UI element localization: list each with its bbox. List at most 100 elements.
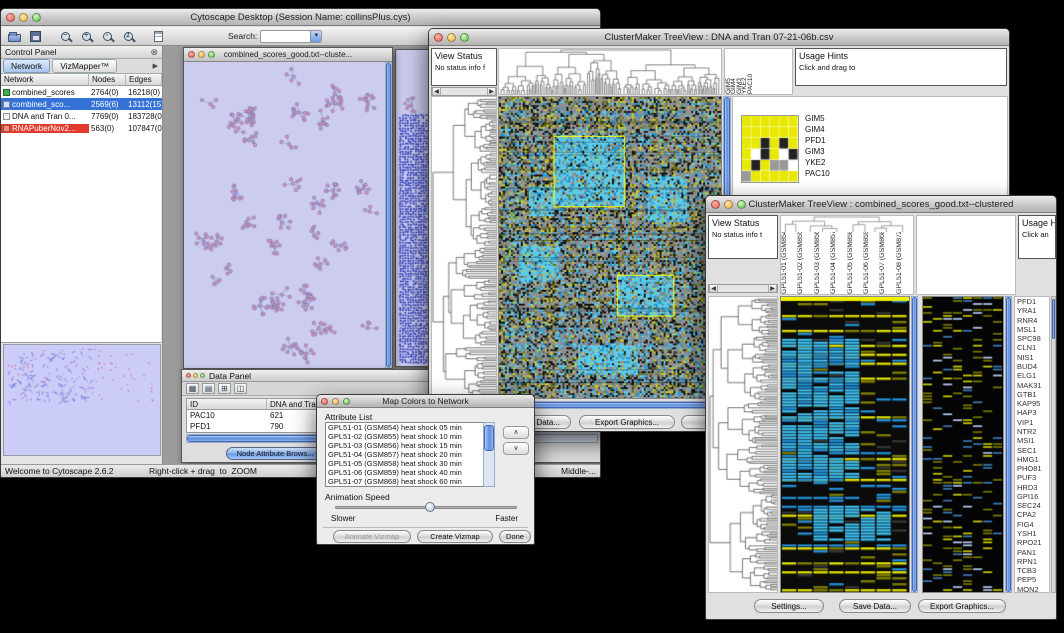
column-dendrogram[interactable]	[498, 48, 722, 95]
column-header-edges[interactable]: Edges	[126, 74, 162, 86]
attribute-item[interactable]: GPL51-05 (GSM858) heat shock 30 min	[328, 459, 494, 468]
maximize-icon[interactable]	[208, 51, 215, 58]
matrix-gene-label[interactable]: PAC10	[805, 168, 830, 179]
dendrogram-horizontal-scrollbar[interactable]: ◀ ▶	[708, 284, 778, 293]
network-row-selected[interactable]: combined_sco... 2569(6) 13112(15)	[1, 98, 162, 110]
column-label[interactable]: GPL51-05 (GSM858...	[847, 232, 863, 294]
tab-vizmapper[interactable]: VizMapper™	[52, 59, 117, 73]
export-graphics-button[interactable]: Export Graphics...	[918, 599, 1006, 613]
secondary-heatmap[interactable]	[922, 296, 1004, 593]
birdseye-view[interactable]	[3, 344, 161, 456]
scroll-left-icon[interactable]: ◀	[432, 88, 441, 95]
gene-label[interactable]: MAK31	[1017, 381, 1049, 390]
done-button[interactable]: Done	[499, 530, 531, 543]
matrix-gene-label[interactable]: YKE2	[805, 157, 830, 168]
gene-label[interactable]: MSL1	[1017, 325, 1049, 334]
zoom-selected-icon[interactable]: ▫	[98, 28, 116, 44]
close-icon[interactable]	[434, 33, 443, 42]
maximize-icon[interactable]	[32, 13, 41, 22]
attribute-list-scrollbar[interactable]	[483, 422, 495, 487]
expression-heatmap[interactable]	[780, 296, 910, 593]
move-up-button[interactable]: ∧	[503, 426, 529, 439]
network-canvas[interactable]	[184, 62, 385, 368]
select-attributes-icon[interactable]: ▦	[186, 383, 199, 394]
column-label[interactable]: GPL51-04 (GSM857...	[830, 232, 846, 294]
close-icon[interactable]	[188, 51, 195, 58]
column-label[interactable]: GPL51-03 (GSM856...	[814, 232, 830, 294]
zoom-out-icon[interactable]: −	[56, 28, 74, 44]
gene-label[interactable]: ELG1	[1017, 371, 1049, 380]
open-folder-icon[interactable]	[5, 28, 23, 44]
gene-label[interactable]: PEP5	[1017, 575, 1049, 584]
tab-overflow-icon[interactable]: ▶	[153, 62, 160, 70]
scrollbar-track[interactable]	[441, 88, 487, 95]
gene-label[interactable]: MSI1	[1017, 436, 1049, 445]
gene-label[interactable]: HRD3	[1017, 483, 1049, 492]
matrix-gene-label[interactable]: GIM4	[805, 124, 830, 135]
maximize-icon[interactable]	[460, 33, 469, 42]
column-header-network[interactable]: Network	[1, 74, 89, 86]
scroll-left-icon[interactable]: ◀	[709, 285, 718, 292]
main-window-titlebar[interactable]: Cytoscape Desktop (Session Name: collins…	[1, 9, 600, 26]
gene-label[interactable]: RPO21	[1017, 538, 1049, 547]
minimize-icon[interactable]	[198, 51, 205, 58]
network-vertical-scrollbar[interactable]	[385, 62, 392, 368]
minimize-icon[interactable]	[332, 398, 339, 405]
scroll-right-icon[interactable]: ▶	[768, 285, 777, 292]
gene-label[interactable]: GTB1	[1017, 390, 1049, 399]
maximize-icon[interactable]	[343, 398, 350, 405]
attribute-item[interactable]: GPL51-02 (GSM855) heat shock 10 min	[328, 432, 494, 441]
column-label[interactable]: GPL51-06 (GSM859...	[863, 232, 879, 294]
gene-label[interactable]: CLN1	[1017, 343, 1049, 352]
minimize-icon[interactable]	[193, 373, 198, 378]
tab-network[interactable]: Network	[3, 59, 50, 73]
close-icon[interactable]	[6, 13, 15, 22]
attribute-table-icon[interactable]: ▤	[202, 383, 215, 394]
column-header-id[interactable]: ID	[187, 399, 267, 410]
export-graphics-button[interactable]: Export Graphics...	[579, 415, 675, 429]
gene-label[interactable]: PAN1	[1017, 548, 1049, 557]
gene-label[interactable]: SEC24	[1017, 501, 1049, 510]
treeview-dna-titlebar[interactable]: ClusterMaker TreeView : DNA and Tran 07-…	[429, 29, 1009, 46]
move-down-button[interactable]: ∨	[503, 442, 529, 455]
node-attribute-browser-tab[interactable]: Node Attribute Brows...	[226, 447, 324, 460]
network-row[interactable]: DNA and Tran 0... 7769(0) 183728(0)	[1, 110, 162, 122]
gene-label[interactable]: TCB3	[1017, 566, 1049, 575]
scroll-right-icon[interactable]: ▶	[487, 88, 496, 95]
row-dendrogram[interactable]	[708, 296, 778, 593]
gene-label[interactable]: RPN1	[1017, 557, 1049, 566]
attribute-list[interactable]: GPL51-01 (GSM854) heat shock 05 minGPL51…	[325, 422, 495, 487]
new-attribute-icon[interactable]: ⊞	[218, 383, 231, 394]
attribute-item[interactable]: GPL51-04 (GSM857) heat shock 20 min	[328, 450, 494, 459]
zoom-fit-icon[interactable]: 1	[119, 28, 137, 44]
dialog-titlebar[interactable]: Map Colors to Network	[317, 395, 534, 408]
minimize-icon[interactable]	[724, 200, 733, 209]
attribute-item[interactable]: GPL51-06 (GSM859) heat shock 40 min	[328, 468, 494, 477]
expression-heatmap[interactable]	[498, 96, 722, 399]
column-dendrogram[interactable]	[781, 216, 913, 232]
attribute-item[interactable]: GPL51-07 (GSM868) heat shock 60 min	[328, 477, 494, 486]
gene-label[interactable]: MON2	[1017, 585, 1049, 593]
close-icon[interactable]	[186, 373, 191, 378]
column-label[interactable]: GPL51-01 (GSM854...	[781, 232, 797, 294]
gene-label[interactable]: SEC1	[1017, 446, 1049, 455]
gene-label[interactable]: VIP1	[1017, 418, 1049, 427]
gene-label[interactable]: RNR4	[1017, 316, 1049, 325]
column-label[interactable]: GPL51-02 (GSM855...	[797, 232, 813, 294]
panel-close-icon[interactable]: ⊗	[150, 48, 158, 57]
save-data-button[interactable]: Save Data...	[839, 599, 911, 613]
attribute-item[interactable]: GPL51-01 (GSM854) heat shock 05 min	[328, 423, 494, 432]
gene-label[interactable]: YSH1	[1017, 529, 1049, 538]
attribute-item[interactable]: GPL51-03 (GSM856) heat shock 15 min	[328, 441, 494, 450]
maximize-icon[interactable]	[737, 200, 746, 209]
gene-label[interactable]: HAP3	[1017, 408, 1049, 417]
zoom-in-icon[interactable]: +	[77, 28, 95, 44]
matrix-gene-label[interactable]: GIM3	[805, 146, 830, 157]
minimize-icon[interactable]	[447, 33, 456, 42]
gene-label[interactable]: SPC98	[1017, 334, 1049, 343]
search-input[interactable]: ▼	[260, 30, 322, 43]
column-label[interactable]: GPL51-07 (GSM868...	[879, 232, 895, 294]
dendrogram-horizontal-scrollbar[interactable]: ◀ ▶	[431, 87, 497, 96]
gene-label[interactable]: GPI16	[1017, 492, 1049, 501]
secondary-vertical-scrollbar[interactable]	[1005, 296, 1012, 593]
